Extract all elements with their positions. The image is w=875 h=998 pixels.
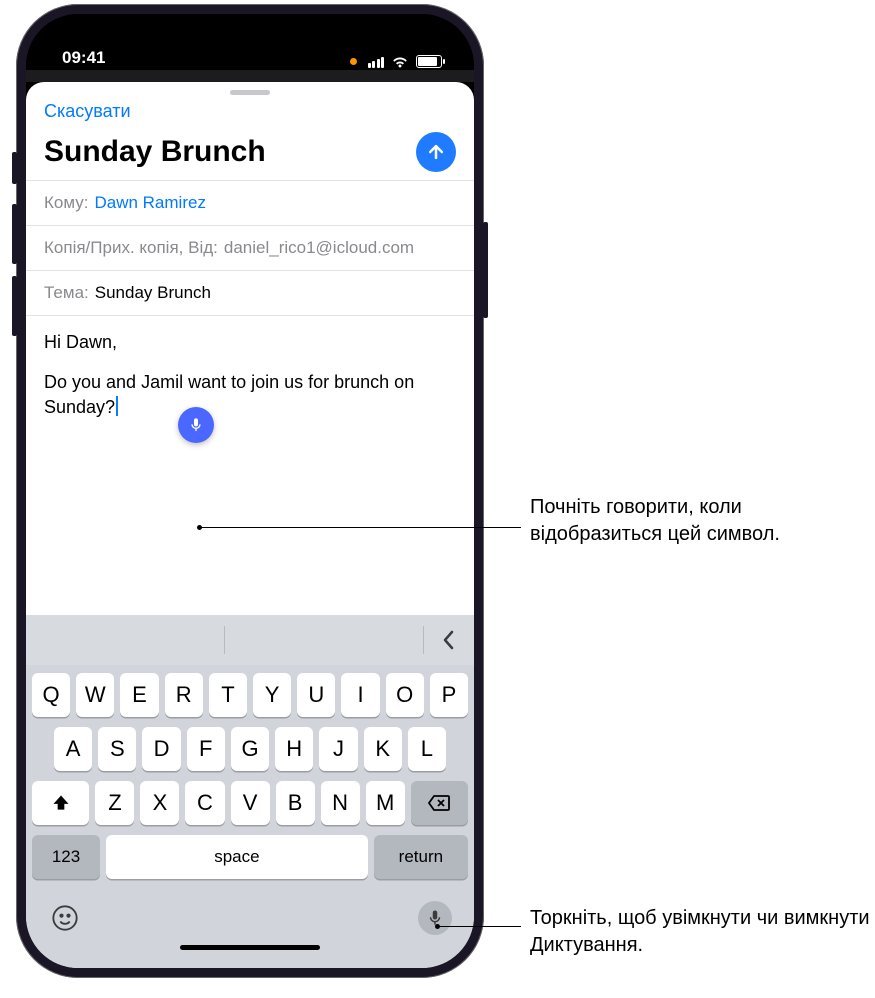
dynamic-island (185, 30, 315, 66)
cellular-signal-icon (368, 56, 385, 68)
key-j[interactable]: J (319, 727, 357, 771)
key-d[interactable]: D (142, 727, 180, 771)
key-e[interactable]: E (120, 673, 158, 717)
dictation-indicator (178, 407, 214, 443)
key-v[interactable]: V (231, 781, 270, 825)
to-recipient[interactable]: Dawn Ramirez (94, 193, 205, 213)
key-n[interactable]: N (321, 781, 360, 825)
key-m[interactable]: M (366, 781, 405, 825)
shift-key[interactable] (32, 781, 89, 825)
shift-icon (51, 793, 71, 813)
key-l[interactable]: L (408, 727, 446, 771)
collapse-toolbar-button[interactable] (424, 615, 474, 665)
text-cursor (116, 396, 118, 416)
key-o[interactable]: O (386, 673, 424, 717)
key-h[interactable]: H (275, 727, 313, 771)
subject-value: Sunday Brunch (95, 283, 211, 303)
key-s[interactable]: S (98, 727, 136, 771)
compose-title: Sunday Brunch (44, 135, 266, 169)
sheet-backdrop (26, 70, 474, 82)
key-z[interactable]: Z (95, 781, 134, 825)
volume-down-button (12, 276, 17, 336)
key-k[interactable]: K (364, 727, 402, 771)
dictation-button[interactable] (418, 901, 452, 935)
silent-switch (12, 152, 17, 184)
key-i[interactable]: I (341, 673, 379, 717)
wifi-icon (391, 55, 409, 68)
key-u[interactable]: U (297, 673, 335, 717)
backspace-icon (427, 794, 451, 812)
key-x[interactable]: X (140, 781, 179, 825)
subject-label: Тема: (44, 283, 89, 303)
space-key[interactable]: space (106, 835, 368, 879)
to-label: Кому: (44, 193, 88, 213)
cancel-button[interactable]: Скасувати (44, 101, 131, 121)
status-time: 09:41 (62, 48, 105, 68)
key-c[interactable]: C (185, 781, 224, 825)
home-indicator[interactable] (180, 945, 320, 950)
keyboard: QWERTYUIOP ASDFGHJKL ZXCVBNM 123 space (26, 615, 474, 968)
send-button[interactable] (416, 132, 456, 172)
emoji-button[interactable] (48, 901, 82, 935)
body-textarea[interactable]: Hi Dawn, Do you and Jamil want to join u… (26, 315, 474, 615)
cc-value: daniel_rico1@icloud.com (224, 238, 414, 258)
power-button (483, 222, 488, 318)
arrow-up-icon (426, 142, 446, 162)
key-t[interactable]: T (209, 673, 247, 717)
cc-field[interactable]: Копія/Прих. копія, Від: daniel_rico1@icl… (26, 225, 474, 270)
key-p[interactable]: P (430, 673, 468, 717)
microphone-icon (188, 417, 204, 433)
key-b[interactable]: B (276, 781, 315, 825)
emoji-icon (51, 904, 79, 932)
key-g[interactable]: G (231, 727, 269, 771)
keyboard-toolbar (26, 615, 474, 665)
numbers-key[interactable]: 123 (32, 835, 100, 879)
key-f[interactable]: F (187, 727, 225, 771)
to-field[interactable]: Кому: Dawn Ramirez (26, 180, 474, 225)
sheet-grabber[interactable] (230, 90, 270, 95)
key-a[interactable]: A (54, 727, 92, 771)
callout-line (437, 926, 521, 927)
body-line: Hi Dawn, (44, 330, 456, 354)
mic-in-use-dot (350, 58, 357, 65)
key-y[interactable]: Y (253, 673, 291, 717)
screen: 09:41 Скасувати Sunday Brunch (26, 14, 474, 968)
phone-frame: 09:41 Скасувати Sunday Brunch (16, 4, 484, 978)
key-w[interactable]: W (76, 673, 114, 717)
compose-sheet: Скасувати Sunday Brunch Кому: Dawn Ramir… (26, 82, 474, 968)
backspace-key[interactable] (411, 781, 468, 825)
return-key[interactable]: return (374, 835, 468, 879)
keyboard-rows: QWERTYUIOP ASDFGHJKL ZXCVBNM 123 space (26, 665, 474, 895)
subject-field[interactable]: Тема: Sunday Brunch (26, 270, 474, 315)
callout-line (199, 527, 521, 528)
cc-label: Копія/Прих. копія, Від: (44, 238, 218, 258)
chevron-left-icon (442, 629, 456, 651)
key-q[interactable]: Q (32, 673, 70, 717)
callout-text: Почніть говорити, коли відобразиться цей… (530, 494, 860, 548)
callout-text: Торкніть, щоб увімкнути чи вимкнути Дикт… (530, 905, 870, 959)
battery-icon (416, 55, 442, 68)
key-r[interactable]: R (165, 673, 203, 717)
status-right (350, 55, 443, 68)
volume-up-button (12, 204, 17, 264)
body-line: Do you and Jamil want to join us for bru… (44, 370, 456, 419)
